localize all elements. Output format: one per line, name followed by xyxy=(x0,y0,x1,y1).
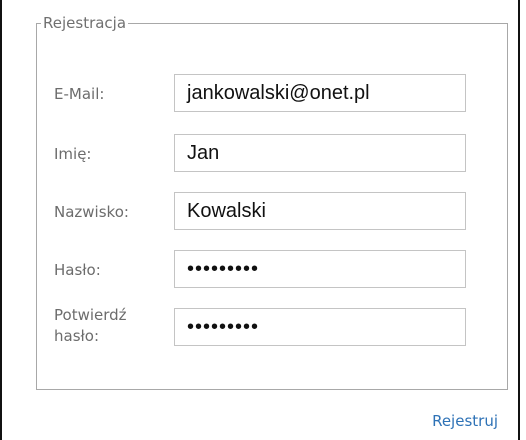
last-name-label: Nazwisko: xyxy=(54,203,129,221)
email-field[interactable]: jankowalski@onet.pl xyxy=(174,74,466,112)
confirm-password-label: Potwierdź hasło: xyxy=(54,305,127,347)
password-label: Hasło: xyxy=(54,261,101,279)
registration-panel: Rejestracja E-Mail: jankowalski@onet.pl … xyxy=(0,0,520,440)
email-label: E-Mail: xyxy=(54,85,105,103)
register-link[interactable]: Rejestruj xyxy=(432,411,498,431)
password-field[interactable]: ••••••••• xyxy=(174,250,466,288)
confirm-password-label-line2: hasło: xyxy=(54,327,100,345)
last-name-field[interactable]: Kowalski xyxy=(174,192,466,230)
confirm-password-label-line1: Potwierdź xyxy=(54,306,127,324)
first-name-label: Imię: xyxy=(54,145,92,163)
first-name-field[interactable]: Jan xyxy=(174,134,466,172)
registration-legend: Rejestracja xyxy=(43,14,127,32)
confirm-password-field[interactable]: ••••••••• xyxy=(174,308,466,346)
